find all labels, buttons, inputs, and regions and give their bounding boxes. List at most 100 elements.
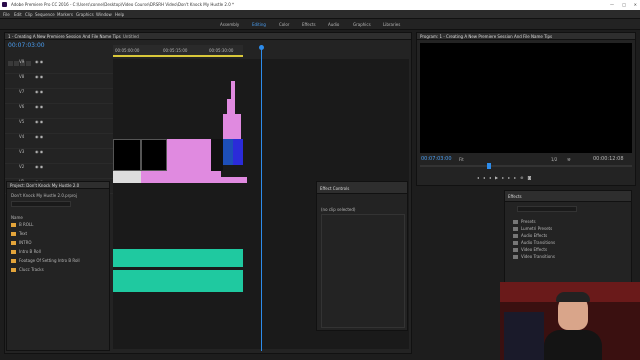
tab-program[interactable]: Program: 1 - Creating A New Premiere Ses… — [420, 34, 552, 39]
folder-icon — [513, 234, 518, 238]
project-search-input[interactable] — [11, 201, 71, 207]
eye-icon[interactable]: ◉ ◉ — [35, 164, 43, 169]
tab-effect-controls[interactable]: Effect Controls — [320, 186, 349, 191]
item-name: Text — [19, 231, 28, 236]
sequence-timecode[interactable]: 00:07:03:00 — [8, 43, 45, 49]
program-video-frame[interactable] — [420, 43, 632, 153]
eye-icon[interactable]: ◉ ◉ — [35, 149, 43, 154]
wrench-icon[interactable]: ⚒ — [567, 157, 571, 162]
forward-icon[interactable]: ▸▸ — [502, 175, 514, 180]
folder-icon — [513, 255, 518, 259]
video-clip[interactable] — [141, 171, 221, 183]
video-clip[interactable] — [167, 139, 211, 171]
transport-controls: ◂◂◂▶▸▸▸⊕◙ — [477, 175, 535, 180]
eye-icon[interactable]: ◉ ◉ — [35, 74, 43, 79]
tab-sequence[interactable]: 1 - Creating A New Premiere Session And … — [8, 34, 121, 39]
webcam-person-hat — [556, 292, 590, 302]
tab-effects[interactable]: Effects — [508, 194, 522, 199]
effects-panel: Effects Presets Lumetri Presets Audio Ef… — [504, 190, 632, 285]
tab-project[interactable]: Project: Don't Knock My Hustle 2.0 — [10, 183, 79, 188]
menu-file[interactable]: File — [3, 12, 10, 17]
eye-icon[interactable]: ◉ ◉ — [35, 134, 43, 139]
column-name[interactable]: Name — [11, 215, 23, 220]
audio-clip[interactable] — [113, 249, 243, 267]
menu-help[interactable]: Help — [115, 12, 124, 17]
menu-clip[interactable]: Clip — [25, 12, 33, 17]
folder-icon — [11, 223, 16, 227]
tab-untitled[interactable]: Untitled — [123, 34, 139, 39]
effects-item-label: Video Effects — [521, 247, 548, 252]
list-item[interactable]: Intro B Roll — [11, 249, 107, 258]
camera-icon[interactable]: ◙ — [528, 175, 536, 180]
effects-search-input[interactable] — [517, 206, 577, 212]
project-tab-bar: Project: Don't Knock My Hustle 2.0 — [7, 182, 109, 189]
list-item[interactable]: Text — [11, 231, 107, 240]
video-clip[interactable] — [221, 177, 247, 183]
list-item[interactable]: B ROLL — [11, 222, 107, 231]
item-name: B ROLL — [19, 222, 34, 227]
menu-markers[interactable]: Markers — [57, 12, 73, 17]
fit-dropdown[interactable]: Fit — [459, 157, 464, 162]
insert-icon[interactable]: ⊕ — [520, 175, 527, 180]
program-timecode[interactable]: 00:07:03:00 — [421, 156, 452, 162]
list-item[interactable]: Video Transitions — [513, 254, 555, 261]
video-clip[interactable] — [211, 139, 223, 171]
workspace-effects[interactable]: Effects — [302, 22, 316, 27]
list-item[interactable]: Video Effects — [513, 247, 555, 254]
workspace-graphics[interactable]: Graphics — [353, 22, 371, 27]
window-title: Adobe Premiere Pro CC 2016 - C:\Users\co… — [11, 2, 235, 7]
program-playhead[interactable] — [487, 163, 491, 169]
folder-icon — [513, 220, 518, 224]
audio-clip[interactable] — [113, 270, 243, 292]
menu-edit[interactable]: Edit — [14, 12, 22, 17]
timeline-tools — [8, 51, 46, 66]
work-area-bar[interactable] — [113, 55, 243, 57]
video-clip[interactable] — [223, 139, 233, 165]
list-item[interactable]: INTRO — [11, 240, 107, 249]
playhead[interactable] — [261, 45, 262, 351]
list-item[interactable]: Presets — [513, 219, 555, 226]
list-item[interactable]: Audio Effects — [513, 233, 555, 240]
item-name: Footage Of Setting Intro B Roll — [19, 258, 80, 263]
video-clip[interactable] — [223, 114, 231, 139]
list-item[interactable]: Audio Transitions — [513, 240, 555, 247]
effect-controls-area — [321, 214, 405, 328]
maximize-button[interactable]: □ — [622, 2, 626, 7]
video-clip[interactable] — [235, 114, 241, 139]
workspace-editing[interactable]: Editing — [252, 22, 266, 27]
list-item[interactable]: Lumetri Presets — [513, 226, 555, 233]
title-clip[interactable] — [113, 139, 141, 171]
effects-tab-bar: Effects — [505, 191, 631, 202]
folder-icon — [11, 232, 16, 236]
menu-window[interactable]: Window — [96, 12, 112, 17]
menu-graphics[interactable]: Graphics — [76, 12, 94, 17]
rewind-icon[interactable]: ◂◂ — [483, 175, 495, 180]
effects-item-label: Lumetri Presets — [521, 226, 553, 231]
close-button[interactable]: ✕ — [634, 2, 637, 7]
folder-icon — [11, 259, 16, 263]
video-clip[interactable] — [113, 171, 141, 183]
program-scrubber[interactable] — [420, 165, 632, 167]
effects-item-label: Audio Effects — [521, 233, 548, 238]
minimize-button[interactable]: — — [610, 2, 614, 7]
list-item[interactable]: Clucc Tracks — [11, 267, 107, 276]
list-item[interactable]: Footage Of Setting Intro B Roll — [11, 258, 107, 267]
eye-icon[interactable]: ◉ ◉ — [35, 119, 43, 124]
video-clip[interactable] — [233, 139, 243, 165]
workspace-color[interactable]: Color — [279, 22, 289, 27]
workspace-libraries[interactable]: Libraries — [383, 22, 400, 27]
effect-controls-tab-bar: Effect Controls — [317, 182, 407, 194]
workspace-assembly[interactable]: Assembly — [220, 22, 239, 27]
title-bar: Adobe Premiere Pro CC 2016 - C:\Users\co… — [0, 0, 640, 10]
playhead-handle[interactable] — [259, 45, 264, 50]
menu-sequence[interactable]: Sequence — [35, 12, 55, 17]
title-clip[interactable] — [141, 139, 167, 171]
eye-icon[interactable]: ◉ ◉ — [35, 104, 43, 109]
eye-icon[interactable]: ◉ ◉ — [35, 89, 43, 94]
project-panel: Project: Don't Knock My Hustle 2.0 Don't… — [6, 181, 110, 351]
resolution-dropdown[interactable]: 1/2 — [551, 157, 557, 162]
workspace-audio[interactable]: Audio — [328, 22, 339, 27]
folder-icon — [513, 241, 518, 245]
eye-icon[interactable]: ◉ ◉ — [35, 59, 43, 64]
webcam-person-body — [544, 330, 602, 360]
